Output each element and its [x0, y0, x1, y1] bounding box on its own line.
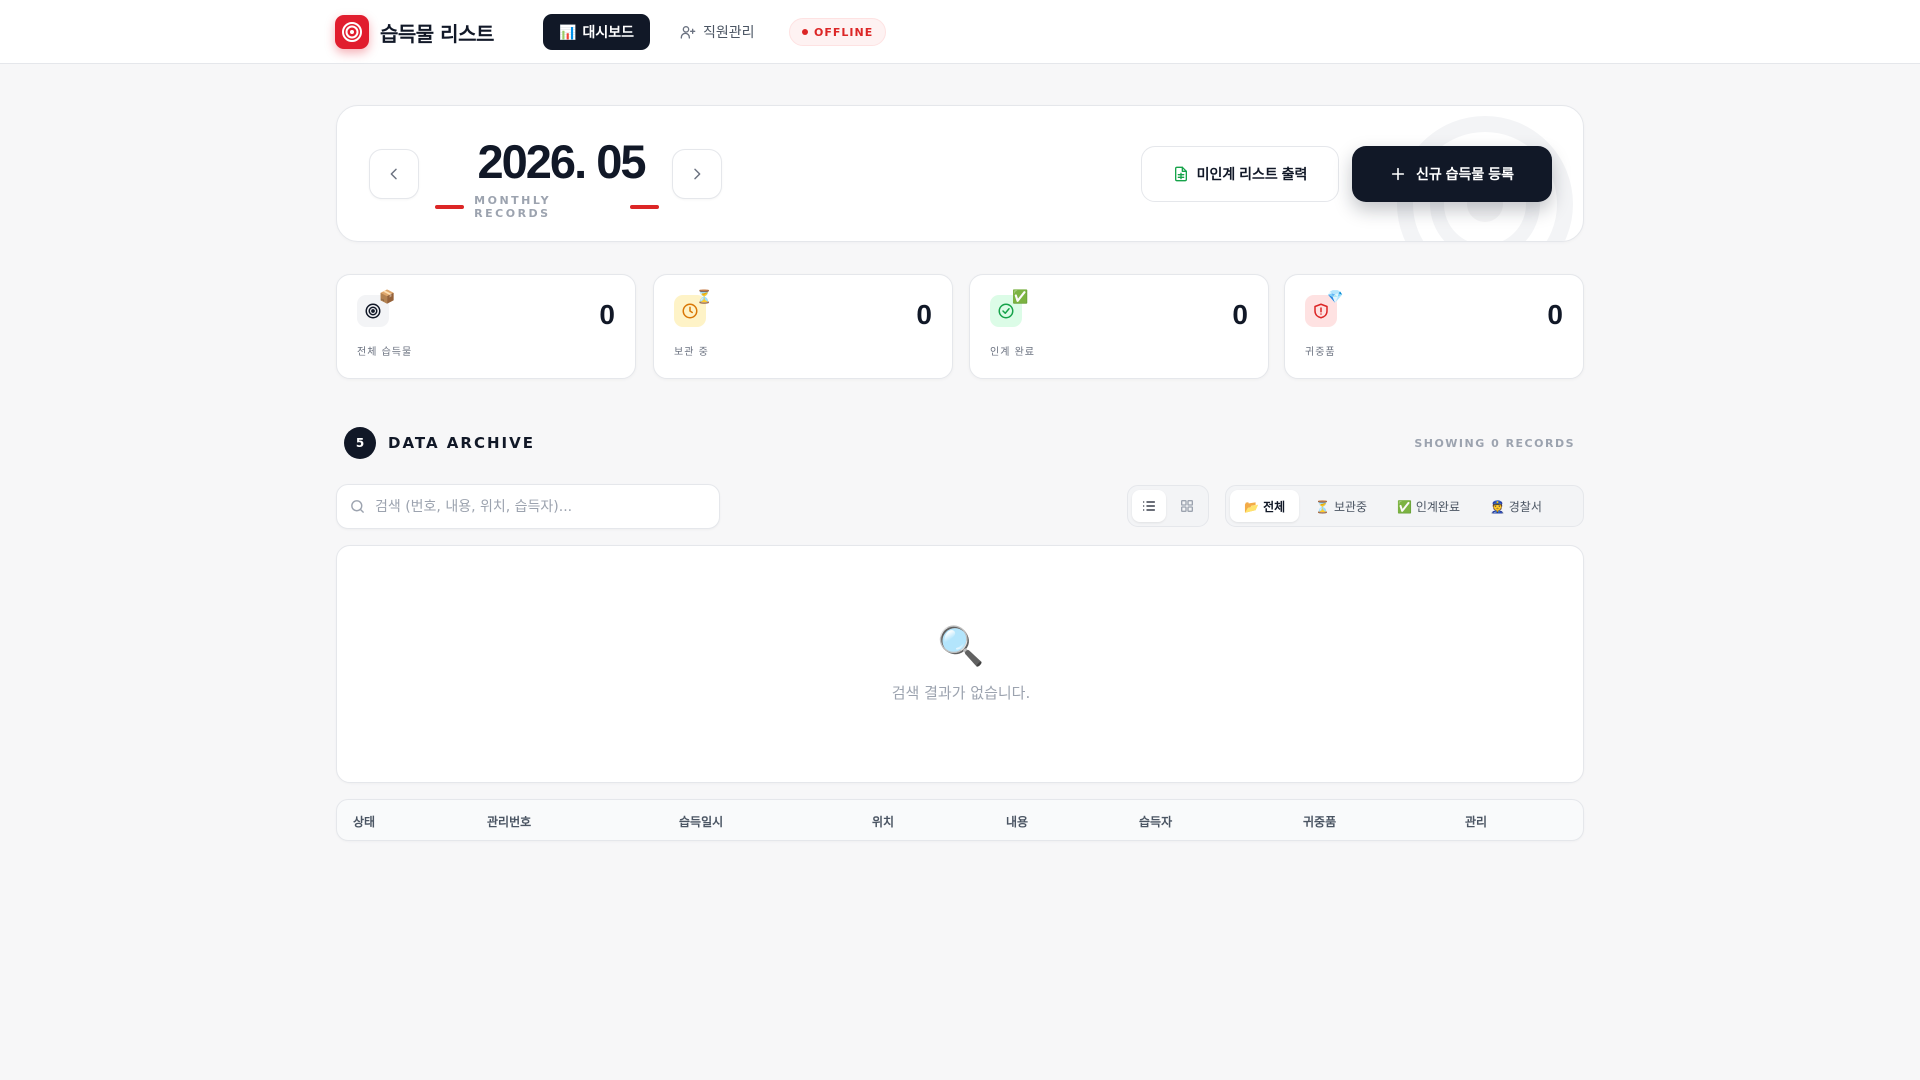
package-emoji-icon: 📦 [379, 290, 396, 305]
archive-title: DATA ARCHIVE [388, 434, 535, 452]
column-header-finder[interactable]: 습득자 [1139, 813, 1172, 830]
hourglass-emoji-icon: ⏳ [696, 290, 713, 305]
records-count: SHOWING 0 RECORDS [1414, 437, 1575, 450]
stat-value-total: 0 [599, 299, 615, 330]
stat-card-total[interactable]: 📦 0 전체 습득물 [336, 274, 636, 379]
top-navigation-bar: 습득물 리스트 📊 대시보드 직원관리 OFFLINE [0, 0, 1920, 64]
chevron-left-icon [390, 168, 397, 180]
offline-status-badge: OFFLINE [789, 18, 887, 46]
search-box [336, 484, 720, 529]
list-icon [1143, 501, 1155, 511]
previous-month-button[interactable] [369, 149, 419, 199]
chart-emoji-icon: 📊 [559, 23, 577, 40]
column-header-content[interactable]: 내용 [1006, 813, 1028, 830]
filter-stored-button[interactable]: ⏳ 보관중 [1301, 490, 1381, 522]
nav-staff-label: 직원관리 [703, 24, 755, 40]
filter-handed-over-button[interactable]: ✅ 인계완료 [1383, 490, 1474, 522]
archive-number-badge: 5 [344, 427, 376, 459]
column-header-id[interactable]: 관리번호 [487, 813, 531, 830]
brand[interactable]: 습득물 리스트 [335, 15, 494, 49]
column-header-location[interactable]: 위치 [872, 813, 894, 830]
export-list-label: 미인계 리스트 출력 [1196, 166, 1308, 182]
stat-card-handed-over[interactable]: ✅ 0 인계 완료 [969, 274, 1269, 379]
stat-value-stored: 0 [916, 299, 932, 330]
search-icon [349, 498, 366, 519]
view-toggle [1127, 485, 1209, 527]
empty-message: 검색 결과가 없습니다. [891, 684, 1031, 702]
results-panel: 🔍 검색 결과가 없습니다. [336, 545, 1584, 783]
grid-icon [1181, 500, 1193, 512]
nav-staff-button[interactable]: 직원관리 [676, 14, 759, 50]
current-month: 2026. 05 [477, 135, 647, 188]
status-dot-icon [802, 29, 808, 35]
gem-emoji-icon: 💎 [1327, 290, 1344, 305]
new-item-button[interactable]: 신규 습득물 등록 [1352, 146, 1552, 202]
magnifier-emoji-icon: 🔍 [937, 624, 985, 668]
stat-card-stored[interactable]: ⏳ 0 보관 중 [653, 274, 953, 379]
table-header: 상태 관리번호 습득일시 위치 내용 습득자 귀중품 관리 [336, 799, 1584, 841]
check-emoji-icon: ✅ [1012, 290, 1029, 305]
grid-view-button[interactable] [1170, 490, 1204, 522]
stat-label-handed-over: 인계 완료 [990, 347, 1035, 358]
stat-label-stored: 보관 중 [674, 347, 709, 358]
column-header-manage[interactable]: 관리 [1465, 813, 1487, 830]
stat-value-valuables: 0 [1547, 299, 1563, 330]
plus-icon [1391, 167, 1405, 181]
stat-label-total: 전체 습득물 [357, 347, 413, 358]
next-month-button[interactable] [672, 149, 722, 199]
user-plus-icon [680, 26, 696, 39]
spreadsheet-file-icon [1174, 166, 1187, 182]
nav-dashboard-label: 대시보드 [582, 24, 634, 40]
month-selector-card: 2026. 05 MONTHLY RECORDS 미인계 리스트 출력 신규 습… [336, 105, 1584, 242]
column-header-status[interactable]: 상태 [353, 813, 375, 830]
offline-label: OFFLINE [814, 25, 874, 39]
status-filter-group: 📂 전체 ⏳ 보관중 ✅ 인계완료 👮 경찰서 [1225, 485, 1584, 527]
stat-label-valuables: 귀중품 [1305, 347, 1336, 358]
filter-all-button[interactable]: 📂 전체 [1230, 490, 1300, 522]
new-item-label: 신규 습득물 등록 [1416, 166, 1514, 182]
monthly-records-label: MONTHLY RECORDS [474, 194, 552, 220]
column-header-date[interactable]: 습득일시 [679, 813, 723, 830]
stat-value-handed-over: 0 [1232, 299, 1248, 330]
month-subtitle: MONTHLY RECORDS [435, 194, 659, 220]
red-accent-bar-right [629, 205, 659, 209]
target-logo-icon [335, 15, 369, 49]
red-accent-bar-left [435, 205, 465, 209]
chevron-right-icon [694, 168, 701, 180]
list-view-button[interactable] [1132, 490, 1166, 522]
column-header-valuable[interactable]: 귀중품 [1303, 813, 1336, 830]
nav-dashboard-button[interactable]: 📊 대시보드 [543, 14, 650, 50]
filter-police-button[interactable]: 👮 경찰서 [1476, 490, 1556, 522]
search-input[interactable] [375, 485, 705, 528]
brand-title: 습득물 리스트 [380, 21, 494, 46]
export-list-button[interactable]: 미인계 리스트 출력 [1141, 146, 1339, 202]
stat-card-valuables[interactable]: 💎 0 귀중품 [1284, 274, 1584, 379]
